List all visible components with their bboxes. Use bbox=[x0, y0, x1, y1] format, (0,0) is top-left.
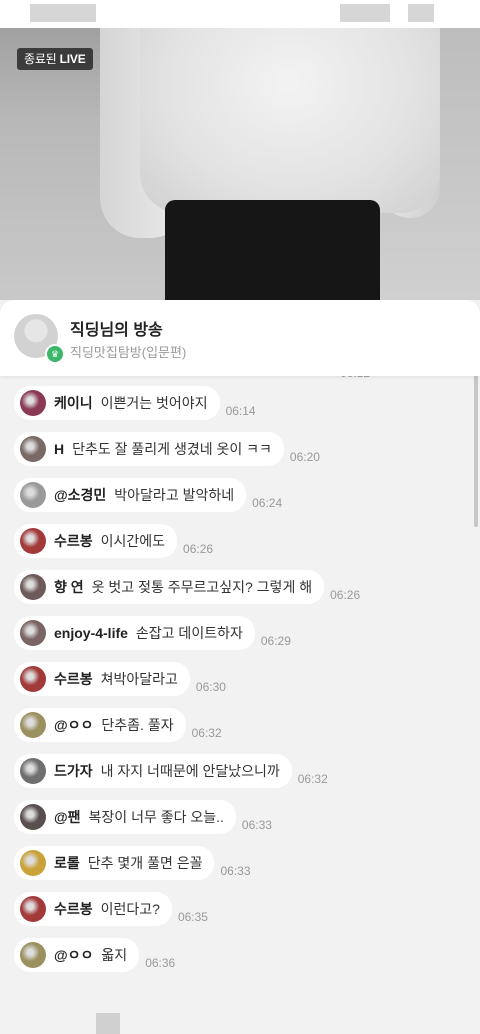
video-top-block bbox=[408, 4, 434, 22]
chat-bubble[interactable]: H 단추도 잘 풀리게 생겼네 옷이 ㅋㅋ bbox=[14, 432, 284, 466]
chat-bubble[interactable]: 수르봉 이런다고? bbox=[14, 892, 172, 926]
message-time: 06:33 bbox=[220, 864, 251, 878]
user-avatar[interactable] bbox=[20, 666, 46, 692]
chat-list[interactable]: 06:12 케이니이쁜거는 벗어야지06:14H단추도 잘 풀리게 생겼네 옷이… bbox=[0, 366, 480, 1034]
message-time: 06:32 bbox=[191, 726, 222, 740]
chat-username[interactable]: H bbox=[54, 441, 64, 457]
chat-username[interactable]: @ㅇㅇ bbox=[54, 715, 93, 735]
chat-text: 이쁜거는 벗어야지 bbox=[100, 395, 208, 411]
chat-bubble[interactable]: 케이니 이쁜거는 벗어야지 bbox=[14, 386, 220, 420]
chat-text: 단추 몇개 풀면 은꼴 bbox=[87, 855, 203, 871]
chat-bubble[interactable]: 수르봉 쳐박아달라고 bbox=[14, 662, 190, 696]
chat-message[interactable]: 수르봉 쳐박아달라고 06:30 bbox=[14, 662, 226, 696]
user-avatar[interactable] bbox=[20, 436, 46, 462]
chat-bubble[interactable]: 향 연 옷 벗고 젖통 주무르고싶지? 그렇게 해 bbox=[14, 570, 325, 604]
chat-username[interactable]: enjoy-4-life bbox=[54, 625, 128, 641]
user-avatar[interactable] bbox=[20, 896, 46, 922]
message-time: 06:24 bbox=[252, 496, 283, 510]
chat-text: 내 자지 너때문에 안달났으니까 bbox=[100, 763, 280, 779]
user-avatar[interactable] bbox=[20, 620, 46, 646]
crown-icon: ♛ bbox=[45, 344, 65, 364]
message-time: 06:35 bbox=[177, 910, 208, 924]
video-top-block bbox=[340, 4, 390, 22]
message-time: 06:20 bbox=[289, 450, 320, 464]
chat-username[interactable]: @소경민 bbox=[54, 485, 106, 505]
chat-username[interactable]: 수르봉 bbox=[54, 899, 93, 919]
message-time: 06:29 bbox=[260, 634, 291, 648]
chat-message[interactable]: 케이니 이쁜거는 벗어야지 06:14 bbox=[14, 386, 256, 420]
chat-text: 단추좀. 풀자 bbox=[101, 717, 174, 733]
chat-username[interactable]: 수르봉 bbox=[54, 531, 93, 551]
chat-message[interactable]: @ㅇㅇ 단추좀. 풀자 06:32 bbox=[14, 708, 222, 742]
broadcast-subtitle: 직딩맛집탐방(입문편) bbox=[70, 345, 187, 360]
chat-username[interactable]: 로롤 bbox=[54, 853, 80, 873]
chat-bubble[interactable]: @ㅇㅇ 옯지 bbox=[14, 938, 140, 972]
chat-text: 이시간에도 bbox=[100, 533, 166, 549]
message-time: 06:30 bbox=[195, 680, 226, 694]
chat-message[interactable]: 수르봉 이시간에도 06:26 bbox=[14, 524, 213, 558]
user-avatar[interactable] bbox=[20, 482, 46, 508]
message-time: 06:33 bbox=[241, 818, 272, 832]
chat-message[interactable]: 수르봉 이런다고? 06:35 bbox=[14, 892, 208, 926]
chat-bubble[interactable]: @ㅇㅇ 단추좀. 풀자 bbox=[14, 708, 186, 742]
badge-live: LIVE bbox=[59, 52, 86, 66]
ended-live-badge: 종료된 LIVE bbox=[17, 48, 93, 70]
chat-message[interactable]: 드가자 내 자지 너때문에 안달났으니까 06:32 bbox=[14, 754, 328, 788]
video-top-strip bbox=[0, 0, 480, 28]
chat-text: 단추도 잘 풀리게 생겼네 옷이 ㅋㅋ bbox=[72, 441, 272, 457]
broadcast-header: ♛ 직딩님의 방송 직딩맛집탐방(입문편) bbox=[0, 300, 480, 376]
chat-message[interactable]: 로롤 단추 몇개 풀면 은꼴 06:33 bbox=[14, 846, 251, 880]
chat-username[interactable]: 수르봉 bbox=[54, 669, 93, 689]
chat-username[interactable]: 드가자 bbox=[54, 761, 93, 781]
chat-text: 옯지 bbox=[101, 947, 128, 963]
live-video[interactable]: 종료된 LIVE bbox=[0, 0, 480, 300]
user-avatar[interactable] bbox=[20, 528, 46, 554]
chat-bubble[interactable]: 로롤 단추 몇개 풀면 은꼴 bbox=[14, 846, 215, 880]
message-time: 06:36 bbox=[145, 956, 176, 970]
user-avatar[interactable] bbox=[20, 850, 46, 876]
chat-bubble[interactable]: 수르봉 이시간에도 bbox=[14, 524, 178, 558]
chat-message[interactable]: H 단추도 잘 풀리게 생겼네 옷이 ㅋㅋ 06:20 bbox=[14, 432, 320, 466]
bottom-indicator bbox=[96, 1013, 120, 1034]
chat-message[interactable]: enjoy-4-life 손잡고 데이트하자 06:29 bbox=[14, 616, 291, 650]
chat-message[interactable]: @소경민 박아달라고 발악하네 06:24 bbox=[14, 478, 282, 512]
user-avatar[interactable] bbox=[20, 390, 46, 416]
chat-text: 쳐박아달라고 bbox=[100, 671, 178, 687]
chat-bubble[interactable]: enjoy-4-life 손잡고 데이트하자 bbox=[14, 616, 255, 650]
user-avatar[interactable] bbox=[20, 574, 46, 600]
chat-message[interactable]: @팬 복장이 너무 좋다 오늘.. 06:33 bbox=[14, 800, 272, 834]
badge-status: 종료된 bbox=[24, 52, 57, 66]
user-avatar[interactable] bbox=[20, 804, 46, 830]
chat-bubble[interactable]: @팬 복장이 너무 좋다 오늘.. bbox=[14, 800, 236, 834]
user-avatar[interactable] bbox=[20, 712, 46, 738]
message-time: 06:14 bbox=[225, 404, 256, 418]
message-time: 06:32 bbox=[297, 772, 328, 786]
chat-username[interactable]: 케이니 bbox=[54, 393, 93, 413]
chat-text: 복장이 너무 좋다 오늘.. bbox=[88, 809, 224, 825]
chat-username[interactable]: @팬 bbox=[54, 807, 81, 827]
chat-message[interactable]: 향 연 옷 벗고 젖통 주무르고싶지? 그렇게 해 06:26 bbox=[14, 570, 360, 604]
chat-text: 이런다고? bbox=[100, 901, 160, 917]
chat-username[interactable]: 향 연 bbox=[54, 577, 84, 597]
chat-bubble[interactable]: 드가자 내 자지 너때문에 안달났으니까 bbox=[14, 754, 292, 788]
user-avatar[interactable] bbox=[20, 942, 46, 968]
chat-text: 손잡고 데이트하자 bbox=[135, 625, 243, 641]
chat-message[interactable]: @ㅇㅇ 옯지 06:36 bbox=[14, 938, 175, 972]
chat-bubble[interactable]: @소경민 박아달라고 발악하네 bbox=[14, 478, 247, 512]
message-time: 06:26 bbox=[183, 542, 214, 556]
video-figure-shirt bbox=[140, 28, 440, 213]
chat-text: 옷 벗고 젖통 주무르고싶지? 그렇게 해 bbox=[91, 579, 313, 595]
broadcast-title: 직딩님의 방송 bbox=[70, 322, 163, 339]
chat-text: 박아달라고 발악하네 bbox=[114, 487, 235, 503]
message-time: 06:26 bbox=[330, 588, 361, 602]
chat-username[interactable]: @ㅇㅇ bbox=[54, 945, 93, 965]
user-avatar[interactable] bbox=[20, 758, 46, 784]
video-top-block bbox=[30, 4, 96, 22]
video-figure-skirt bbox=[165, 200, 380, 300]
